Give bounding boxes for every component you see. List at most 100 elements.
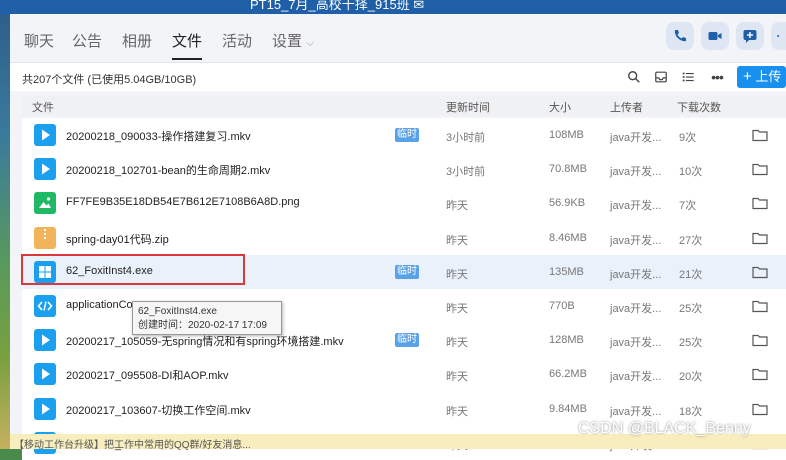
file-table-header: 文件 更新时间 大小 上传者 下载次数 <box>22 96 786 116</box>
folder-icon[interactable] <box>752 265 768 279</box>
file-uploader: java开发... <box>610 268 662 281</box>
file-updated-time: 3小时前 <box>446 166 486 179</box>
folder-icon[interactable] <box>752 162 768 176</box>
file-info-bar: 共207个文件 (已使用5.04GB/10GB) ••• <box>10 63 786 91</box>
screen-share-button[interactable] <box>736 22 764 50</box>
play-icon <box>34 124 56 146</box>
file-download-count: 21次 <box>679 268 703 281</box>
tooltip-filename: 62_FoxitInst4.exe <box>138 306 217 317</box>
file-size: 8.46MB <box>549 231 587 244</box>
phone-icon <box>674 30 686 42</box>
more-options-button[interactable]: ••• <box>709 69 725 85</box>
file-row[interactable]: 20200217_095508-DI和AOP.mkv 昨天 66.2MB java开发… <box>22 357 786 392</box>
code-file-icon <box>34 294 56 317</box>
folder-icon[interactable] <box>752 128 768 142</box>
file-download-count: 9次 <box>679 132 697 144</box>
tab-activity[interactable]: 活动 <box>222 30 252 51</box>
file-download-count: 7次 <box>679 200 697 213</box>
file-updated-time: 昨天 <box>446 405 468 418</box>
folder-icon[interactable] <box>752 231 768 245</box>
file-size: 70.8MB <box>549 163 587 176</box>
file-row[interactable]: 20200218_102701-bean的生命周期2.mkv 3小时前 70.8MB… <box>22 152 786 187</box>
file-updated-time: 昨天 <box>446 268 468 281</box>
file-size: 770B <box>549 299 575 312</box>
tab-chat[interactable]: 聊天 <box>24 30 54 51</box>
tooltip-created: 创建时间：2020-02-17 17:09 <box>138 320 267 331</box>
tab-settings-label: 设置 <box>272 33 303 50</box>
play-icon <box>34 363 56 386</box>
file-name[interactable]: applicationCo <box>66 299 133 311</box>
list-view-button[interactable] <box>680 69 696 85</box>
tab-settings[interactable]: 设置 ⌵ <box>272 30 314 51</box>
file-updated-time: 3小时前 <box>446 132 486 144</box>
file-download-count: 25次 <box>679 337 703 350</box>
column-file[interactable]: 文件 <box>32 99 54 115</box>
video-call-button[interactable] <box>701 22 729 50</box>
folder-icon[interactable] <box>752 333 768 347</box>
file-size: 56.9KB <box>549 197 586 210</box>
file-download-count: 25次 <box>679 302 703 315</box>
highlight-box <box>21 254 245 285</box>
window-titlebar: PT15_7月_高校十择_915班 ✉ <box>0 0 786 14</box>
temporary-badge: 临时 <box>395 264 419 279</box>
file-uploader: java开发... <box>610 371 662 384</box>
file-size: 128MB <box>549 334 584 347</box>
file-size: 9.84MB <box>549 402 587 415</box>
image-file-icon <box>34 192 56 215</box>
more-menu-button[interactable]: · <box>771 22 786 50</box>
play-icon <box>34 329 56 352</box>
file-updated-time: 昨天 <box>446 337 468 350</box>
search-button[interactable] <box>626 69 642 85</box>
folder-icon[interactable] <box>752 299 768 313</box>
file-list: 20200218_090033-操作搭建复习.mkv 临时 3小时前 108MB jav… <box>22 118 786 460</box>
voice-call-button[interactable] <box>666 22 694 50</box>
more-icon: · <box>776 29 781 43</box>
file-download-count: 27次 <box>679 234 703 247</box>
file-row[interactable]: FF7FE9B35E18DB54E7B612E7108B6A8D.png 昨天 56… <box>22 186 786 221</box>
file-name[interactable]: 20200218_102701-bean的生命周期2.mkv <box>66 162 270 178</box>
tab-album[interactable]: 相册 <box>122 30 152 51</box>
inbox-button[interactable] <box>653 69 669 85</box>
file-download-count: 10次 <box>679 166 703 179</box>
active-tab-indicator <box>172 58 202 60</box>
column-updated[interactable]: 更新时间 <box>446 99 490 115</box>
file-name[interactable]: FF7FE9B35E18DB54E7B612E7108B6A8D.png <box>66 196 300 208</box>
folder-icon[interactable] <box>752 367 768 381</box>
file-name[interactable]: spring-day01代码.zip <box>66 231 169 247</box>
file-uploader: java开发... <box>610 200 662 213</box>
file-uploader: java开发... <box>610 337 662 350</box>
play-icon <box>34 397 56 420</box>
column-size[interactable]: 大小 <box>549 99 571 115</box>
file-uploader: java开发... <box>610 405 662 418</box>
temporary-badge: 临时 <box>395 128 419 142</box>
upload-button[interactable]: + 上传 <box>737 66 786 88</box>
column-downloads[interactable]: 下载次数 <box>677 99 721 115</box>
inbox-icon <box>655 71 667 83</box>
plus-icon: + <box>743 68 752 85</box>
column-uploader[interactable]: 上传者 <box>610 99 643 115</box>
file-name[interactable]: 20200217_103607-切换工作空间.mkv <box>66 402 251 418</box>
file-row[interactable]: spring-day01代码.zip 昨天 8.46MB java开发... 27次 <box>22 220 786 255</box>
folder-icon[interactable] <box>752 402 768 416</box>
file-row[interactable]: 20200218_090033-操作搭建复习.mkv 临时 3小时前 108MB jav… <box>22 118 786 153</box>
ellipsis-icon: ••• <box>711 69 724 85</box>
zip-file-icon <box>34 226 56 249</box>
file-download-count: 20次 <box>679 371 703 384</box>
file-updated-time: 昨天 <box>446 302 468 315</box>
window-title: PT15_7月_高校十择_915班 ✉ <box>250 0 425 12</box>
file-name[interactable]: 20200217_095508-DI和AOP.mkv <box>66 367 228 383</box>
file-size: 135MB <box>549 265 584 278</box>
file-updated-time: 昨天 <box>446 200 468 213</box>
tab-announcement[interactable]: 公告 <box>72 30 102 51</box>
play-icon <box>34 158 56 181</box>
group-files-panel: 聊天 公告 相册 文件 活动 设置 ⌵ · 共207个文件 (已使用5.04GB… <box>10 14 786 460</box>
file-name[interactable]: 20200217_105059-无spring情况和有spring环境搭建.mk… <box>66 333 344 349</box>
chevron-down-icon: ⌵ <box>306 38 314 49</box>
file-name[interactable]: 20200218_090033-操作搭建复习.mkv <box>66 128 251 144</box>
tab-files[interactable]: 文件 <box>172 30 202 51</box>
file-updated-time: 昨天 <box>446 371 468 384</box>
chat-plus-icon <box>743 30 757 43</box>
file-uploader: java开发... <box>610 302 662 315</box>
folder-icon[interactable] <box>752 196 768 210</box>
list-icon <box>682 72 694 82</box>
